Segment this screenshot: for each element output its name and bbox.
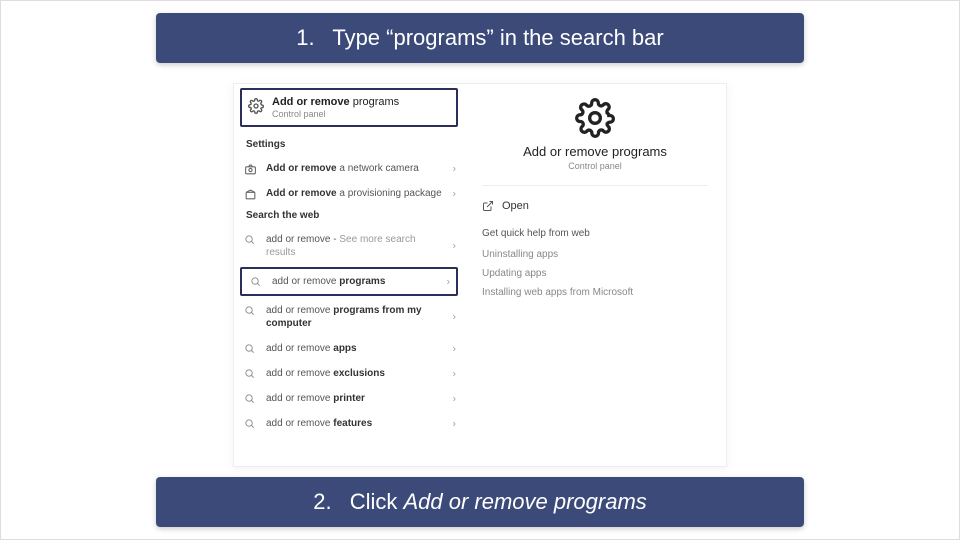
section-search-web: Search the web [234,206,464,227]
package-icon [244,188,257,201]
web-result[interactable]: add or remove programs› [240,267,458,296]
open-button[interactable]: Open [482,196,708,216]
instruction-step-1: 1. Type “programs” in the search bar [156,13,804,63]
web-result[interactable]: add or remove printer› [234,386,464,411]
web-result[interactable]: add or remove exclusions› [234,361,464,386]
search-icon [244,343,255,354]
chevron-right-icon: › [453,187,456,200]
chevron-right-icon: › [453,367,456,380]
chevron-right-icon: › [453,417,456,430]
help-link[interactable]: Updating apps [482,264,708,283]
search-icon [244,305,255,316]
result-subtitle: Control panel [272,109,450,119]
result-title: Add or remove programs [272,96,450,108]
section-settings: Settings [234,135,464,156]
settings-result[interactable]: Add or remove a provisioning package› [234,181,464,206]
chevron-right-icon: › [453,342,456,355]
search-icon [250,276,261,287]
chevron-right-icon: › [453,162,456,175]
help-link[interactable]: Uninstalling apps [482,245,708,264]
settings-result[interactable]: Add or remove a network camera› [234,156,464,181]
chevron-right-icon: › [447,275,450,288]
best-match-add-remove-programs[interactable]: Add or remove programs Control panel [240,88,458,127]
chevron-right-icon: › [453,392,456,405]
web-result[interactable]: add or remove - See more search results› [234,227,464,265]
search-icon [244,368,255,379]
chevron-right-icon: › [453,311,456,324]
step-number: 1. [296,25,314,51]
divider [482,185,708,186]
open-label: Open [502,200,529,212]
web-result[interactable]: add or remove programs from my computer› [234,298,464,336]
open-icon [482,200,494,212]
windows-search-screenshot: Add or remove programs Control panel Set… [233,83,727,467]
preview-title: Add or remove programs [482,144,708,159]
step-number: 2. [313,489,331,515]
chevron-right-icon: › [453,240,456,253]
web-result[interactable]: add or remove apps› [234,336,464,361]
gear-icon [482,98,708,138]
step-text-emphasis: Add or remove programs [403,489,646,514]
step-text-prefix: Click [350,489,404,514]
preview-panel: Add or remove programs Control panel Ope… [464,84,726,466]
web-result[interactable]: add or remove features› [234,411,464,436]
help-header: Get quick help from web [482,228,708,239]
gear-icon [248,98,264,114]
instruction-step-2: 2. Click Add or remove programs [156,477,804,527]
search-icon [244,393,255,404]
camera-icon [244,163,257,176]
preview-subtitle: Control panel [482,161,708,171]
search-results-panel: Add or remove programs Control panel Set… [234,84,464,466]
help-link[interactable]: Installing web apps from Microsoft [482,283,708,302]
search-icon [244,234,255,245]
search-icon [244,418,255,429]
step-text: Type “programs” in the search bar [332,25,663,50]
